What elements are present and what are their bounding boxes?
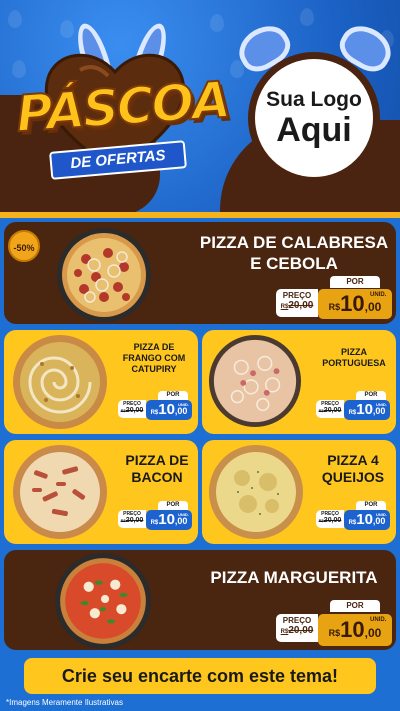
pizza-marguerita-image [55, 553, 151, 649]
discount-badge: -50% [8, 230, 40, 262]
price-decimal: ,00 [364, 626, 382, 640]
por-label: POR [356, 391, 386, 400]
header-banner: PÁSCOA DE OFERTAS Sua Logo Aqui [0, 0, 400, 215]
old-price: R$20,00 [118, 407, 146, 414]
preco-label: PREÇO [123, 511, 141, 517]
product-name-line: PIZZA 4 [327, 452, 379, 468]
old-price: R$20,00 [276, 300, 318, 311]
egg-pattern [300, 8, 314, 26]
unit-label: UNID. [178, 512, 189, 517]
old-price-value: 20,00 [288, 625, 314, 636]
product-name-line: E CEBOLA [250, 254, 338, 273]
preco-label: PREÇO [321, 511, 339, 517]
unit-label: UNID. [376, 402, 387, 407]
product-name-line: PORTUGUESA [322, 358, 386, 368]
preco-label: PREÇO [321, 401, 339, 407]
unit-label: UNID. [370, 617, 387, 623]
egg-pattern [12, 60, 26, 78]
price-integer: 10 [340, 291, 365, 316]
logo-text-line2: Aqui [276, 111, 352, 149]
por-label: POR [158, 391, 188, 400]
price-integer: 10 [356, 401, 373, 418]
product-name: PIZZA 4 QUEIJOS [312, 452, 394, 486]
product-name: PIZZA DE CALABRESA E CEBOLA [196, 232, 392, 274]
old-price: R$20,00 [276, 625, 318, 636]
old-price-box: PREÇO R$20,00 [316, 400, 344, 418]
unit-label: UNID. [376, 512, 387, 517]
old-price-box: PREÇO R$20,00 [316, 510, 344, 528]
old-price-value: 20,00 [323, 517, 342, 524]
old-price-value: 20,00 [125, 407, 144, 414]
product-name-line: BACON [131, 469, 183, 485]
product-name-line: PIZZA [341, 347, 367, 357]
por-label: POR [330, 600, 380, 612]
price-integer: 10 [158, 511, 175, 528]
old-price-value: 20,00 [288, 300, 314, 311]
price-decimal: ,00 [364, 300, 382, 314]
product-name: PIZZA DE BACON [118, 452, 196, 486]
por-label: POR [158, 501, 188, 510]
pizza-calabresa-image [57, 228, 151, 322]
price-decimal: ,00 [174, 406, 188, 416]
product-name-line: PIZZA MARGUERITA [210, 568, 378, 587]
logo-text-line1: Sua Logo [266, 88, 362, 111]
price-integer: 10 [340, 617, 365, 642]
product-name-line: CATUPIRY [131, 364, 177, 374]
product-name: PIZZA MARGUERITA [196, 567, 392, 588]
product-name-line: QUEIJOS [321, 469, 385, 485]
product-name: PIZZA PORTUGUESA [312, 347, 396, 369]
por-label: POR [356, 501, 386, 510]
pizza-bacon-image [13, 445, 107, 539]
logo-placeholder: Sua Logo Aqui [248, 52, 380, 184]
product-name: PIZZA DE FRANGO COM CATUPIRY [112, 342, 196, 375]
preco-label: PREÇO [123, 401, 141, 407]
preco-label: PREÇO [282, 291, 312, 300]
price-decimal: ,00 [372, 516, 386, 526]
product-name-line: PIZZA DE CALABRESA [199, 233, 389, 252]
price-decimal: ,00 [372, 406, 386, 416]
old-price-box: PREÇO R$20,00 [276, 614, 318, 642]
old-price-value: 20,00 [323, 407, 342, 414]
cta-button[interactable]: Crie seu encarte com este tema! [24, 658, 376, 694]
price-integer: 10 [356, 511, 373, 528]
preco-label: PREÇO [282, 616, 312, 625]
por-label: POR [330, 276, 380, 288]
price-decimal: ,00 [174, 516, 188, 526]
product-name-line: PIZZA DE [125, 452, 189, 468]
currency: R$ [328, 301, 341, 312]
old-price: R$20,00 [118, 517, 146, 524]
old-price-box: PREÇO R$20,00 [276, 289, 318, 317]
egg-pattern [8, 10, 22, 28]
unit-label: UNID. [178, 402, 189, 407]
price-integer: 10 [158, 401, 175, 418]
pizza-portuguesa-image [208, 334, 302, 428]
product-name-line: FRANGO COM [122, 353, 186, 363]
product-name-line: PIZZA DE [133, 342, 175, 352]
unit-label: UNID. [370, 292, 387, 298]
egg-pattern [210, 14, 224, 32]
disclaimer-text: *Imagens Meramente Ilustrativas [6, 698, 123, 707]
old-price: R$20,00 [316, 407, 344, 414]
old-price: R$20,00 [316, 517, 344, 524]
egg-pattern [60, 20, 74, 38]
pizza-4-queijos-image [209, 445, 303, 539]
pizza-frango-image [13, 335, 107, 429]
old-price-box: PREÇO R$20,00 [118, 400, 146, 418]
old-price-value: 20,00 [125, 517, 144, 524]
old-price-box: PREÇO R$20,00 [118, 510, 146, 528]
currency: R$ [328, 627, 341, 638]
